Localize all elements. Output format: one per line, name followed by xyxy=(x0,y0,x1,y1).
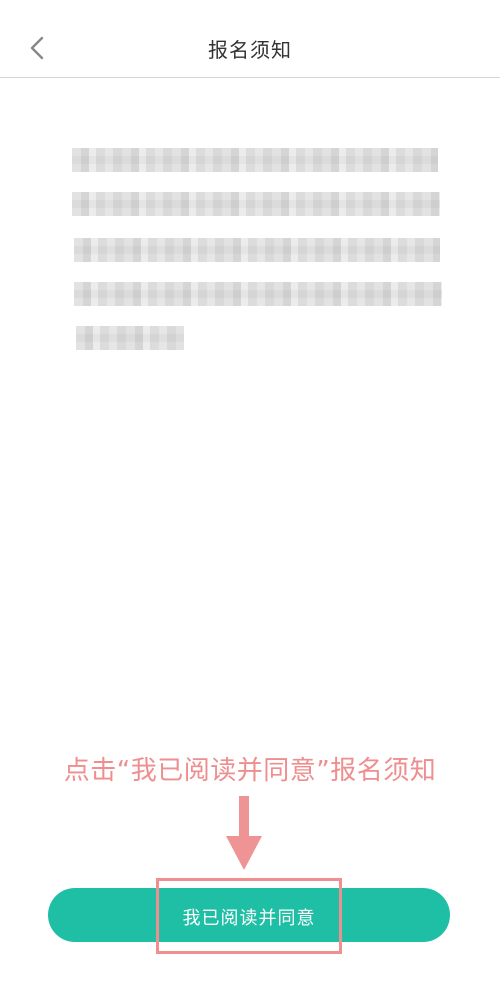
blurred-text-line xyxy=(72,148,438,172)
notice-content-area xyxy=(0,78,500,778)
agree-button[interactable]: 我已阅读并同意 xyxy=(48,888,450,942)
registration-notice-page: 报名须知 点击“我已阅读并同意”报名须知 我已阅读并同意 xyxy=(0,0,500,987)
blurred-text-line xyxy=(74,238,440,262)
blurred-text-line xyxy=(74,282,442,306)
page-title: 报名须知 xyxy=(208,38,292,62)
agree-button-label: 我已阅读并同意 xyxy=(182,908,316,929)
arrow-down-icon xyxy=(224,796,264,872)
blurred-text-line xyxy=(72,192,440,216)
top-navigation-bar: 报名须知 xyxy=(0,0,500,78)
blurred-text-line xyxy=(76,326,184,350)
instruction-annotation: 点击“我已阅读并同意”报名须知 xyxy=(63,756,437,786)
